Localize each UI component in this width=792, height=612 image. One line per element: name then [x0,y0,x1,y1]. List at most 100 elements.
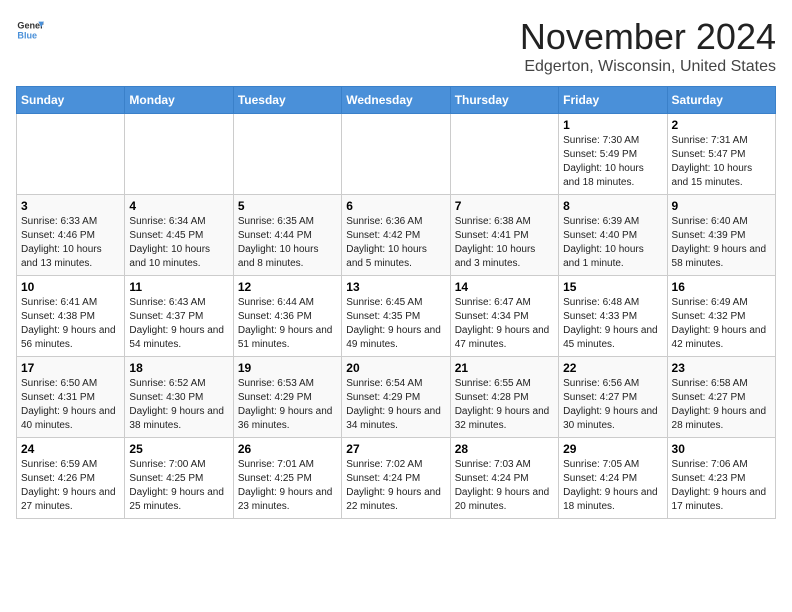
calendar-day-cell: 11 Sunrise: 6:43 AM Sunset: 4:37 PM Dayli… [125,276,233,357]
day-info: Sunrise: 6:34 AM Sunset: 4:45 PM Dayligh… [129,215,228,271]
calendar-day-cell: 30 Sunrise: 7:06 AM Sunset: 4:23 PM Dayli… [667,438,775,519]
day-number: 27 [346,442,445,456]
calendar-day-cell: 14 Sunrise: 6:47 AM Sunset: 4:34 PM Dayli… [450,276,558,357]
day-of-week-header: Wednesday [342,87,450,114]
calendar-day-cell: 25Sunrise: 7:00 AM Sunset: 4:25 PM Dayli… [125,438,233,519]
calendar-body: 1 Sunrise: 7:30 AM Sunset: 5:49 PM Daylig… [17,114,776,519]
day-number: 15 [563,280,662,294]
day-info: Sunrise: 6:54 AM Sunset: 4:29 PM Dayligh… [346,377,445,433]
day-info: Sunrise: 6:33 AM Sunset: 4:46 PM Dayligh… [21,215,120,271]
day-info: Sunrise: 6:50 AM Sunset: 4:31 PM Dayligh… [21,377,120,433]
day-info: Sunrise: 6:56 AM Sunset: 4:27 PM Dayligh… [563,377,662,433]
calendar-day-cell: 22 Sunrise: 6:56 AM Sunset: 4:27 PM Dayli… [559,357,667,438]
day-info: Sunrise: 6:38 AM Sunset: 4:41 PM Dayligh… [455,215,554,271]
calendar-day-cell: 2Sunrise: 7:31 AM Sunset: 5:47 PM Daylig… [667,114,775,195]
calendar-day-cell [233,114,341,195]
day-number: 14 [455,280,554,294]
day-info: Sunrise: 6:41 AM Sunset: 4:38 PM Dayligh… [21,296,120,352]
calendar-day-cell: 16Sunrise: 6:49 AM Sunset: 4:32 PM Dayli… [667,276,775,357]
day-info: Sunrise: 6:45 AM Sunset: 4:35 PM Dayligh… [346,296,445,352]
calendar-week-row: 10 Sunrise: 6:41 AM Sunset: 4:38 PM Dayli… [17,276,776,357]
calendar-day-cell: 3 Sunrise: 6:33 AM Sunset: 4:46 PM Daylig… [17,195,125,276]
logo: General Blue [16,16,44,44]
day-info: Sunrise: 7:05 AM Sunset: 4:24 PM Dayligh… [563,458,662,514]
day-info: Sunrise: 7:03 AM Sunset: 4:24 PM Dayligh… [455,458,554,514]
day-number: 5 [238,199,337,213]
calendar-day-cell: 1 Sunrise: 7:30 AM Sunset: 5:49 PM Daylig… [559,114,667,195]
day-number: 11 [129,280,228,294]
day-number: 29 [563,442,662,456]
day-number: 4 [129,199,228,213]
day-info: Sunrise: 6:35 AM Sunset: 4:44 PM Dayligh… [238,215,337,271]
day-number: 30 [672,442,771,456]
days-of-week-row: SundayMondayTuesdayWednesdayThursdayFrid… [17,87,776,114]
calendar-day-cell [450,114,558,195]
day-info: Sunrise: 6:40 AM Sunset: 4:39 PM Dayligh… [672,215,771,271]
page-subtitle: Edgerton, Wisconsin, United States [520,58,776,76]
day-number: 17 [21,361,120,375]
day-info: Sunrise: 6:36 AM Sunset: 4:42 PM Dayligh… [346,215,445,271]
day-number: 6 [346,199,445,213]
day-info: Sunrise: 6:44 AM Sunset: 4:36 PM Dayligh… [238,296,337,352]
calendar-day-cell: 5 Sunrise: 6:35 AM Sunset: 4:44 PM Daylig… [233,195,341,276]
day-info: Sunrise: 6:55 AM Sunset: 4:28 PM Dayligh… [455,377,554,433]
day-number: 23 [672,361,771,375]
day-number: 10 [21,280,120,294]
day-of-week-header: Tuesday [233,87,341,114]
calendar-day-cell: 4 Sunrise: 6:34 AM Sunset: 4:45 PM Daylig… [125,195,233,276]
calendar-day-cell: 13 Sunrise: 6:45 AM Sunset: 4:35 PM Dayli… [342,276,450,357]
calendar-day-cell: 28 Sunrise: 7:03 AM Sunset: 4:24 PM Dayli… [450,438,558,519]
day-number: 21 [455,361,554,375]
calendar-table: SundayMondayTuesdayWednesdayThursdayFrid… [16,86,776,519]
day-number: 19 [238,361,337,375]
calendar-day-cell: 23 Sunrise: 6:58 AM Sunset: 4:27 PM Dayli… [667,357,775,438]
calendar-day-cell: 6 Sunrise: 6:36 AM Sunset: 4:42 PM Daylig… [342,195,450,276]
title-section: November 2024 Edgerton, Wisconsin, Unite… [520,16,776,76]
day-number: 2 [672,118,771,132]
day-of-week-header: Monday [125,87,233,114]
day-info: Sunrise: 6:43 AM Sunset: 4:37 PM Dayligh… [129,296,228,352]
calendar-day-cell: 10 Sunrise: 6:41 AM Sunset: 4:38 PM Dayli… [17,276,125,357]
calendar-day-cell: 15Sunrise: 6:48 AM Sunset: 4:33 PM Dayli… [559,276,667,357]
calendar-day-cell: 17 Sunrise: 6:50 AM Sunset: 4:31 PM Dayli… [17,357,125,438]
calendar-day-cell: 8Sunrise: 6:39 AM Sunset: 4:40 PM Daylig… [559,195,667,276]
day-number: 28 [455,442,554,456]
day-number: 9 [672,199,771,213]
calendar-day-cell: 20 Sunrise: 6:54 AM Sunset: 4:29 PM Dayli… [342,357,450,438]
day-number: 16 [672,280,771,294]
day-of-week-header: Thursday [450,87,558,114]
day-of-week-header: Saturday [667,87,775,114]
day-info: Sunrise: 6:52 AM Sunset: 4:30 PM Dayligh… [129,377,228,433]
calendar-day-cell: 18 Sunrise: 6:52 AM Sunset: 4:30 PM Dayli… [125,357,233,438]
calendar-day-cell: 19 Sunrise: 6:53 AM Sunset: 4:29 PM Dayli… [233,357,341,438]
day-number: 1 [563,118,662,132]
page-header: General Blue November 2024 Edgerton, Wis… [16,16,776,76]
day-info: Sunrise: 7:06 AM Sunset: 4:23 PM Dayligh… [672,458,771,514]
day-number: 13 [346,280,445,294]
page-title: November 2024 [520,16,776,58]
day-number: 3 [21,199,120,213]
calendar-day-cell [17,114,125,195]
day-info: Sunrise: 7:00 AM Sunset: 4:25 PM Dayligh… [129,458,228,514]
calendar-week-row: 1 Sunrise: 7:30 AM Sunset: 5:49 PM Daylig… [17,114,776,195]
calendar-day-cell: 26 Sunrise: 7:01 AM Sunset: 4:25 PM Dayli… [233,438,341,519]
svg-text:Blue: Blue [17,30,37,40]
day-number: 7 [455,199,554,213]
calendar-day-cell: 27Sunrise: 7:02 AM Sunset: 4:24 PM Dayli… [342,438,450,519]
day-number: 26 [238,442,337,456]
day-info: Sunrise: 6:58 AM Sunset: 4:27 PM Dayligh… [672,377,771,433]
day-number: 12 [238,280,337,294]
day-info: Sunrise: 7:30 AM Sunset: 5:49 PM Dayligh… [563,134,662,190]
day-number: 22 [563,361,662,375]
calendar-week-row: 17 Sunrise: 6:50 AM Sunset: 4:31 PM Dayli… [17,357,776,438]
day-info: Sunrise: 6:53 AM Sunset: 4:29 PM Dayligh… [238,377,337,433]
day-info: Sunrise: 6:47 AM Sunset: 4:34 PM Dayligh… [455,296,554,352]
day-info: Sunrise: 6:59 AM Sunset: 4:26 PM Dayligh… [21,458,120,514]
day-info: Sunrise: 7:01 AM Sunset: 4:25 PM Dayligh… [238,458,337,514]
day-number: 18 [129,361,228,375]
logo-icon: General Blue [16,16,44,44]
calendar-day-cell: 7 Sunrise: 6:38 AM Sunset: 4:41 PM Daylig… [450,195,558,276]
day-of-week-header: Sunday [17,87,125,114]
calendar-week-row: 3 Sunrise: 6:33 AM Sunset: 4:46 PM Daylig… [17,195,776,276]
day-number: 20 [346,361,445,375]
